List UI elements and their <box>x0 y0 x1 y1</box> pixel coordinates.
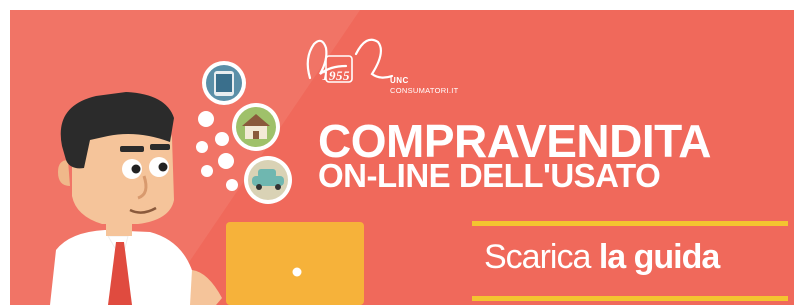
cta-prefix: Scarica <box>484 238 591 276</box>
cta-emphasis: la guida <box>598 238 720 276</box>
laptop <box>226 222 364 305</box>
download-guide-link[interactable]: Scarica la guida <box>484 238 720 277</box>
logo-org-name: UNC <box>390 76 409 85</box>
headline-line-2: ON-LINE DELL'USATO <box>318 157 661 194</box>
businessman <box>50 92 222 305</box>
house-icon <box>232 103 280 151</box>
thought-bubbles <box>196 111 238 191</box>
logo-website: CONSUMATORI.IT <box>390 86 459 95</box>
cta-bottom-rule <box>472 296 788 301</box>
logo-year: 1955 <box>322 68 350 83</box>
promo-banner[interactable]: 1955 UNC CONSUMATORI.IT COMPRAVENDITA ON… <box>10 10 794 305</box>
smartphone-icon <box>202 61 246 105</box>
car-icon <box>244 156 292 204</box>
cta-top-rule <box>472 221 788 226</box>
